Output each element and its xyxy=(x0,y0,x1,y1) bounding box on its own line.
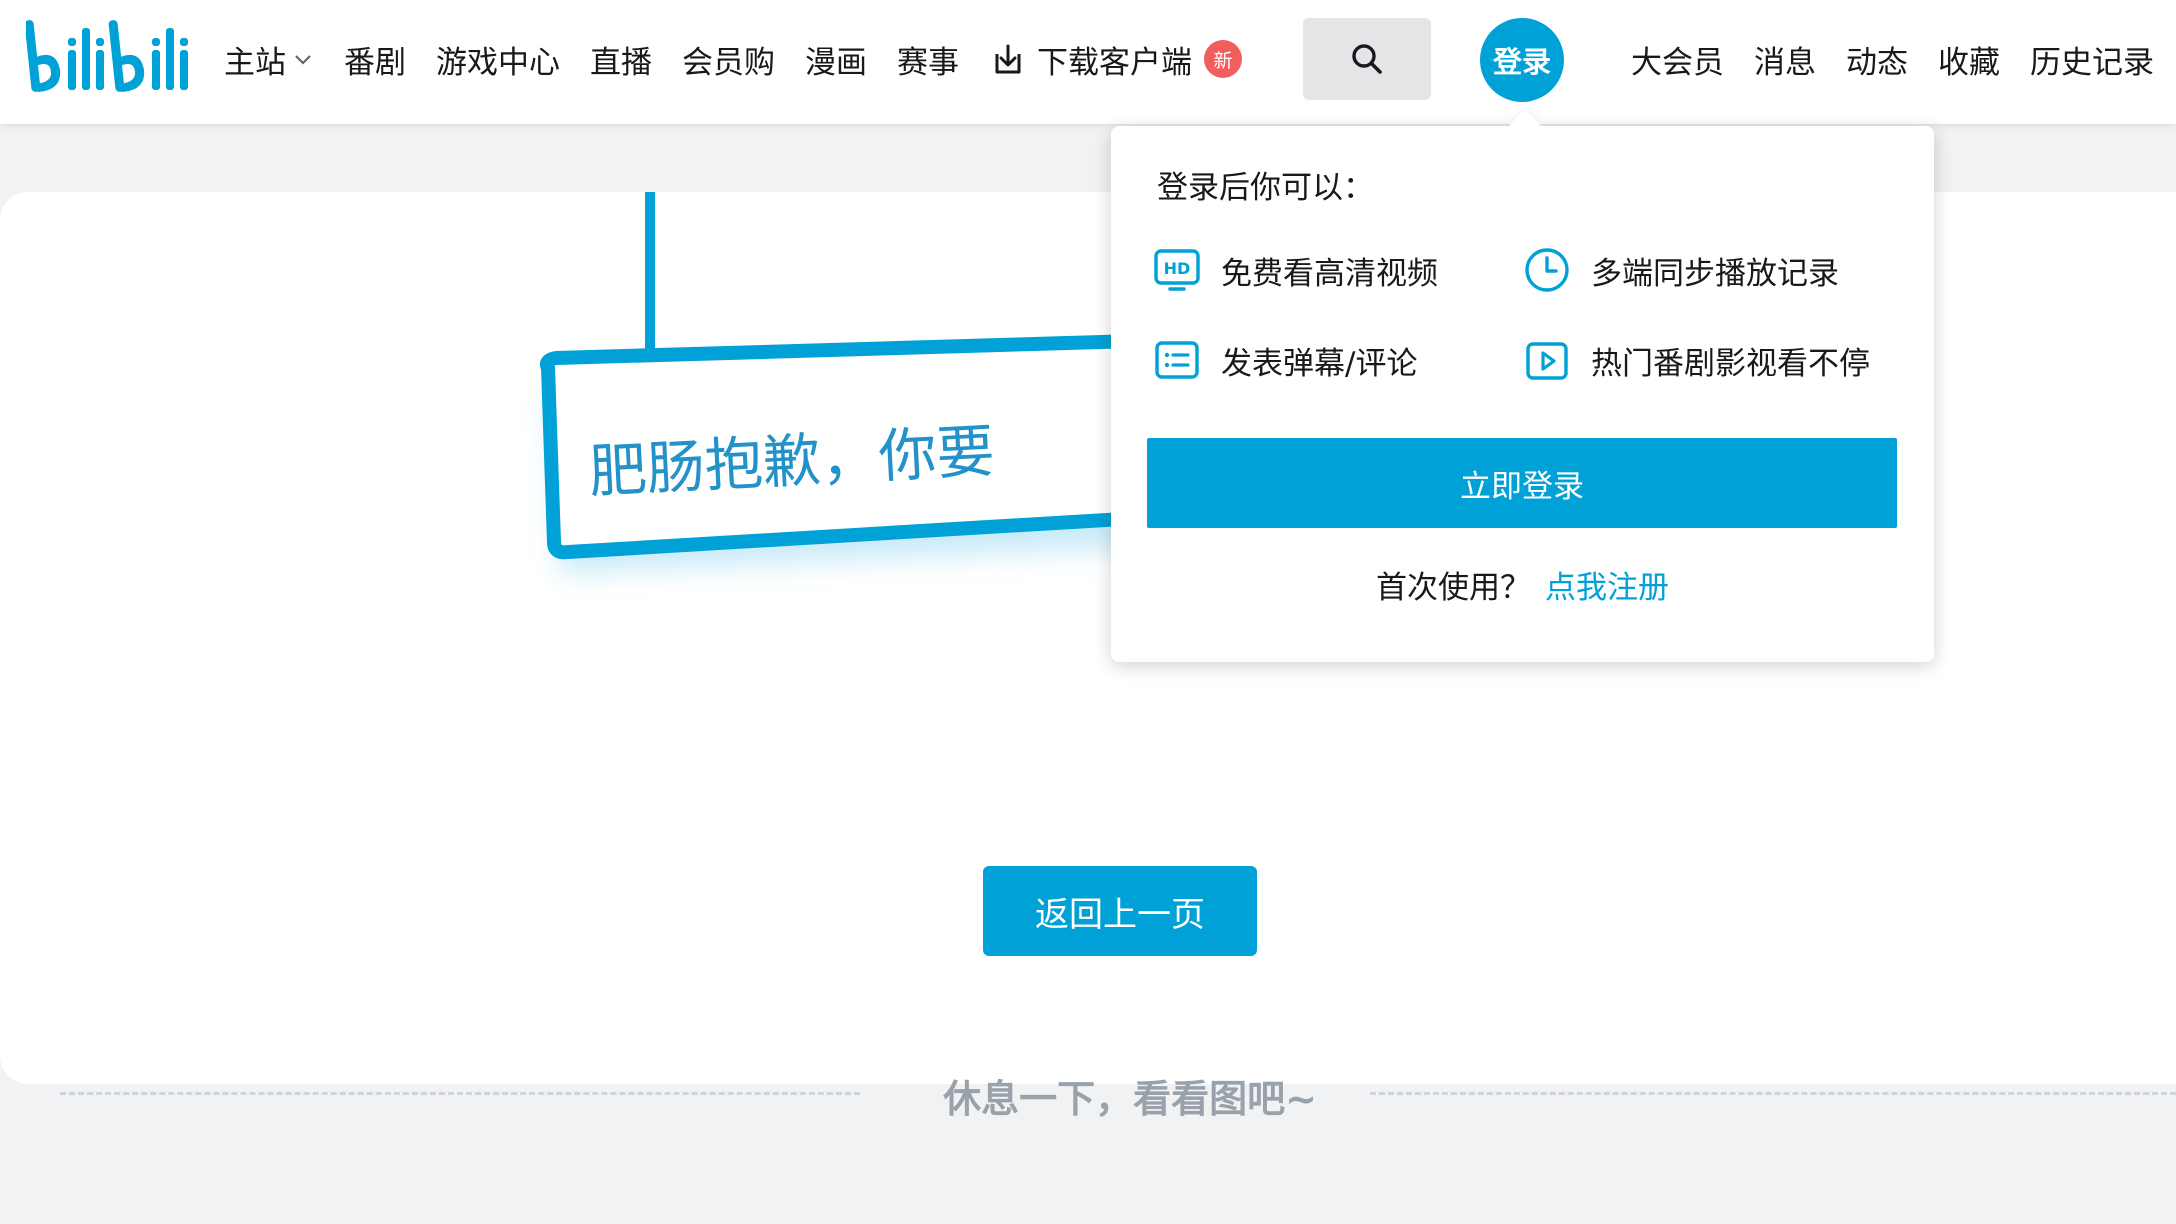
nav-item-vip[interactable]: 大会员 xyxy=(1631,37,1724,82)
nav-item-label: 番剧 xyxy=(344,44,406,81)
nav-item-dynamics[interactable]: 动态 xyxy=(1846,37,1908,82)
rest-divider: 休息一下，看看图吧~ xyxy=(60,1056,2176,1136)
back-button[interactable]: 返回上一页 xyxy=(983,866,1257,956)
benefit-sync-history: 多端同步播放记录 xyxy=(1523,246,1839,294)
right-nav: 大会员 消息 动态 收藏 历史记录 xyxy=(1601,0,2154,118)
new-badge: 新 xyxy=(1204,40,1242,78)
svg-text:HD: HD xyxy=(1164,259,1191,278)
benefit-label: 多端同步播放记录 xyxy=(1591,255,1839,292)
main-nav: 主站 番剧 游戏中心 直播 会员购 漫画 赛事 下载客户端 新 xyxy=(224,0,1272,118)
play-icon xyxy=(1526,342,1568,380)
benefit-label: 发表弹幕/评论 xyxy=(1221,345,1418,382)
divider-line-right xyxy=(1370,1092,2176,1095)
chevron-down-icon xyxy=(295,55,311,65)
nav-item-manga[interactable]: 漫画 xyxy=(805,37,867,82)
first-use-text: 首次使用？ xyxy=(1376,570,1531,606)
page: bilibili 主站 番剧 游戏中心 直播 会员购 漫画 赛事 下载客户端 新… xyxy=(0,0,2176,1224)
nav-item-label: 主站 xyxy=(224,44,286,81)
benefit-label: 热门番剧影视看不停 xyxy=(1591,345,1870,382)
benefit-hd-video: HD 免费看高清视频 xyxy=(1153,246,1438,294)
download-label: 下载客户端 xyxy=(1037,44,1192,81)
bilibili-logo[interactable]: bilibili xyxy=(26,18,190,100)
nav-item-label: 游戏中心 xyxy=(436,44,560,81)
popover-title: 登录后你可以： xyxy=(1157,170,1374,206)
login-avatar-button[interactable]: 登录 xyxy=(1480,18,1564,102)
benefit-label: 免费看高清视频 xyxy=(1221,255,1438,292)
nav-item-esports[interactable]: 赛事 xyxy=(897,37,959,82)
nav-item-history[interactable]: 历史记录 xyxy=(2030,37,2154,82)
hd-icon: HD xyxy=(1154,249,1200,291)
register-link[interactable]: 点我注册 xyxy=(1545,570,1669,606)
login-now-button[interactable]: 立即登录 xyxy=(1147,438,1897,528)
download-icon xyxy=(995,44,1021,74)
benefit-comment: 发表弹幕/评论 xyxy=(1153,336,1417,384)
nav-item-label: 漫画 xyxy=(805,44,867,81)
benefit-anime: 热门番剧影视看不停 xyxy=(1523,336,1870,384)
nav-item-label: 直播 xyxy=(590,44,652,81)
search-icon xyxy=(1352,44,1382,74)
nav-item-game-center[interactable]: 游戏中心 xyxy=(436,37,560,82)
nav-item-anime[interactable]: 番剧 xyxy=(344,37,406,82)
nav-item-live[interactable]: 直播 xyxy=(590,37,652,82)
nav-item-messages[interactable]: 消息 xyxy=(1754,37,1816,82)
login-popover: 登录后你可以： HD 免费看高清视频 多端同步播放记录 发表弹幕/评论 热门番剧… xyxy=(1111,126,1934,662)
search-button[interactable] xyxy=(1303,18,1431,100)
nav-item-label: 会员购 xyxy=(682,44,775,81)
nav-item-label: 赛事 xyxy=(897,44,959,81)
clock-icon xyxy=(1525,248,1569,292)
nav-item-download-client[interactable]: 下载客户端 新 xyxy=(989,37,1242,82)
list-icon xyxy=(1155,341,1199,379)
first-use-row: 首次使用？ 点我注册 xyxy=(1111,562,1934,607)
top-header: bilibili 主站 番剧 游戏中心 直播 会员购 漫画 赛事 下载客户端 新… xyxy=(0,0,2176,124)
divider-line-left xyxy=(60,1092,860,1095)
nav-item-main-site[interactable]: 主站 xyxy=(224,37,314,82)
logo-text: bilibili xyxy=(26,18,30,19)
nav-item-favorites[interactable]: 收藏 xyxy=(1938,37,2000,82)
nav-item-member-shop[interactable]: 会员购 xyxy=(682,37,775,82)
rest-text: 休息一下，看看图吧~ xyxy=(943,1077,1317,1121)
